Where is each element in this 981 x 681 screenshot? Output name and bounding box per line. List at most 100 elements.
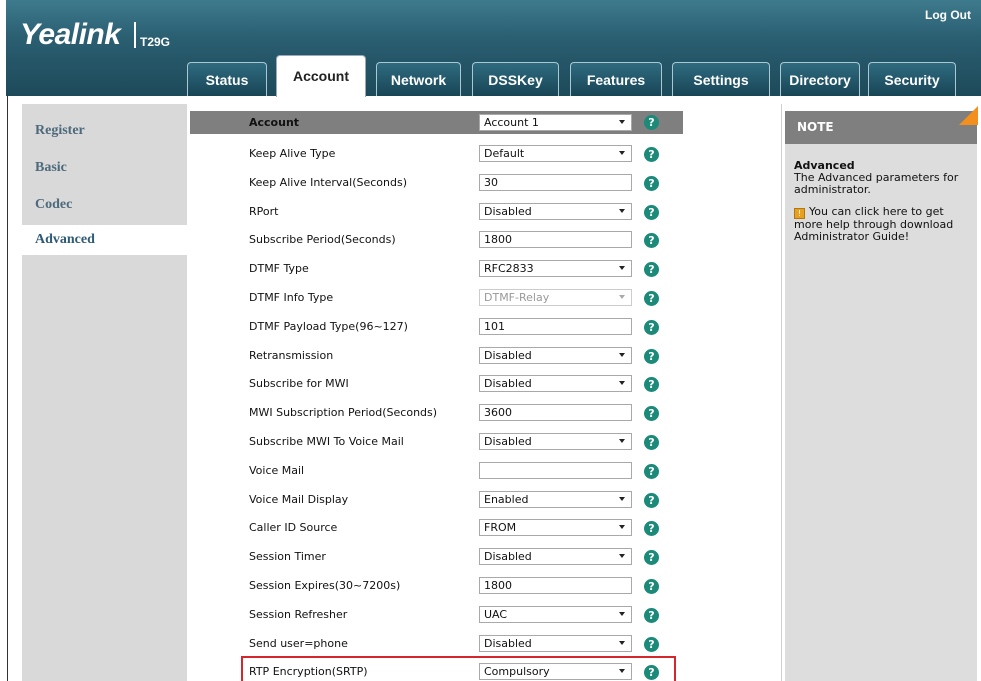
subscribe-mwi-to-voice-mail-label: Subscribe MWI To Voice Mail xyxy=(249,435,404,448)
send-user-phone-value: Disabled xyxy=(484,637,532,650)
session-timer-select[interactable]: Disabled xyxy=(479,548,632,565)
session-timer-value: Disabled xyxy=(484,550,532,563)
tab-security[interactable]: Security xyxy=(868,62,956,96)
logo-separator xyxy=(134,22,136,48)
keep-alive-interval-seconds-value: 30 xyxy=(484,176,498,189)
dtmf-type-select[interactable]: RFC2833 xyxy=(479,260,632,277)
mwi-subscription-period-seconds-input[interactable]: 3600 xyxy=(479,404,632,421)
subscribe-for-mwi-label: Subscribe for MWI xyxy=(249,377,349,390)
keep-alive-interval-seconds-input[interactable]: 30 xyxy=(479,174,632,191)
note-text: The Advanced parameters for administrato… xyxy=(794,171,959,196)
help-icon[interactable]: ? xyxy=(644,115,659,130)
help-icon[interactable]: ? xyxy=(644,435,659,450)
help-icon[interactable]: ? xyxy=(644,550,659,565)
retransmission-select[interactable]: Disabled xyxy=(479,347,632,364)
session-refresher-label: Session Refresher xyxy=(249,608,348,621)
session-expires-30-7200s-value: 1800 xyxy=(484,579,512,592)
chevron-down-icon xyxy=(619,554,625,558)
rport-label: RPort xyxy=(249,205,279,218)
chevron-down-icon xyxy=(619,120,625,124)
chevron-down-icon xyxy=(619,641,625,645)
sidebar-item-codec[interactable]: Codec xyxy=(22,190,187,220)
help-icon[interactable]: ? xyxy=(644,262,659,277)
session-timer-label: Session Timer xyxy=(249,550,326,563)
help-icon[interactable]: ? xyxy=(644,349,659,364)
sidebar: Register Basic Codec Advanced xyxy=(22,104,187,681)
chevron-down-icon xyxy=(619,612,625,616)
voice-mail-display-select[interactable]: Enabled xyxy=(479,491,632,508)
tab-settings[interactable]: Settings xyxy=(672,62,770,96)
help-icon[interactable]: ? xyxy=(644,608,659,623)
session-refresher-select[interactable]: UAC xyxy=(479,606,632,623)
help-icon[interactable]: ? xyxy=(644,320,659,335)
sidebar-item-basic[interactable]: Basic xyxy=(22,153,187,183)
note-corner-icon xyxy=(959,106,978,125)
dtmf-type-value: RFC2833 xyxy=(484,262,534,275)
help-icon[interactable]: ? xyxy=(644,406,659,421)
account-select-value: Account 1 xyxy=(484,116,539,129)
subscribe-mwi-to-voice-mail-value: Disabled xyxy=(484,435,532,448)
retransmission-label: Retransmission xyxy=(249,349,334,362)
account-label: Account xyxy=(249,116,300,129)
help-icon[interactable]: ? xyxy=(644,637,659,652)
keep-alive-type-select[interactable]: Default xyxy=(479,145,632,162)
subscribe-period-seconds-input[interactable]: 1800 xyxy=(479,231,632,248)
dtmf-payload-type-96-127-input[interactable]: 101 xyxy=(479,318,632,335)
keep-alive-interval-seconds-label: Keep Alive Interval(Seconds) xyxy=(249,176,408,189)
tab-network[interactable]: Network xyxy=(376,62,461,96)
session-refresher-value: UAC xyxy=(484,608,508,621)
dtmf-type-label: DTMF Type xyxy=(249,262,309,275)
note-title: NOTE xyxy=(785,111,977,144)
session-expires-30-7200s-input[interactable]: 1800 xyxy=(479,577,632,594)
rport-value: Disabled xyxy=(484,205,532,218)
help-icon[interactable]: ? xyxy=(644,233,659,248)
help-icon[interactable]: ? xyxy=(644,377,659,392)
panel-divider xyxy=(781,104,782,681)
caller-id-source-value: FROM xyxy=(484,521,517,534)
logout-link[interactable]: Log Out xyxy=(925,8,971,22)
chevron-down-icon xyxy=(619,381,625,385)
tab-status[interactable]: Status xyxy=(187,62,267,96)
help-icon[interactable]: ? xyxy=(644,493,659,508)
dtmf-info-type-value: DTMF-Relay xyxy=(484,291,550,304)
subscribe-for-mwi-value: Disabled xyxy=(484,377,532,390)
sidebar-item-register[interactable]: Register xyxy=(22,116,187,146)
help-icon[interactable]: ? xyxy=(644,147,659,162)
tab-account[interactable]: Account xyxy=(276,55,366,97)
chevron-down-icon xyxy=(619,525,625,529)
tab-dsskey[interactable]: DSSKey xyxy=(472,62,559,96)
subscribe-mwi-to-voice-mail-select[interactable]: Disabled xyxy=(479,433,632,450)
account-select[interactable]: Account 1 xyxy=(479,114,632,131)
dtmf-payload-type-96-127-value: 101 xyxy=(484,320,505,333)
help-icon[interactable]: ? xyxy=(644,579,659,594)
keep-alive-type-label: Keep Alive Type xyxy=(249,147,336,160)
help-icon[interactable]: ? xyxy=(644,521,659,536)
caller-id-source-label: Caller ID Source xyxy=(249,521,338,534)
voice-mail-input[interactable] xyxy=(479,462,632,479)
rport-select[interactable]: Disabled xyxy=(479,203,632,220)
voice-mail-label: Voice Mail xyxy=(249,464,305,477)
caller-id-source-select[interactable]: FROM xyxy=(479,519,632,536)
mwi-subscription-period-seconds-label: MWI Subscription Period(Seconds) xyxy=(249,406,438,419)
sidebar-item-advanced[interactable]: Advanced xyxy=(22,225,187,255)
model-label: T29G xyxy=(140,35,171,49)
note-help-text: You can click here to get more help thro… xyxy=(794,205,954,243)
voice-mail-display-label: Voice Mail Display xyxy=(249,493,349,506)
send-user-phone-label: Send user=phone xyxy=(249,637,348,650)
help-icon[interactable]: ? xyxy=(644,291,659,306)
help-icon[interactable]: ? xyxy=(644,205,659,220)
subscribe-for-mwi-select[interactable]: Disabled xyxy=(479,375,632,392)
chevron-down-icon xyxy=(619,151,625,155)
help-icon[interactable]: ? xyxy=(644,176,659,191)
tab-features[interactable]: Features xyxy=(570,62,662,96)
dtmf-info-type-select: DTMF-Relay xyxy=(479,289,632,306)
tab-directory[interactable]: Directory xyxy=(780,62,860,96)
chevron-down-icon xyxy=(619,295,625,299)
help-icon[interactable]: ? xyxy=(644,464,659,479)
mwi-subscription-period-seconds-value: 3600 xyxy=(484,406,512,419)
note-help-link[interactable]: ! You can click here to get more help thr… xyxy=(794,206,972,243)
brand-logo: Yealink xyxy=(20,18,121,51)
voice-mail-display-value: Enabled xyxy=(484,493,529,506)
session-expires-30-7200s-label: Session Expires(30~7200s) xyxy=(249,579,401,592)
send-user-phone-select[interactable]: Disabled xyxy=(479,635,632,652)
